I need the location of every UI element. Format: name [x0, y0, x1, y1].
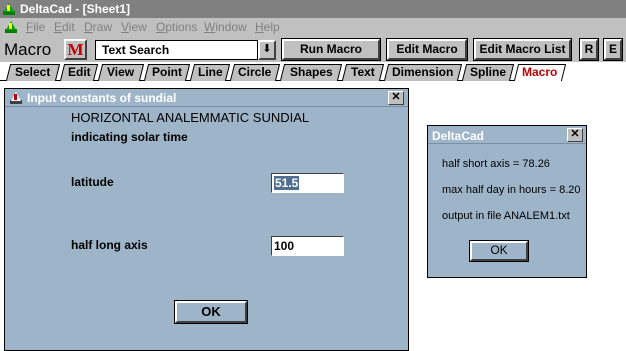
- e-button[interactable]: E: [603, 38, 623, 61]
- tab-line[interactable]: Line: [189, 64, 231, 81]
- app-title: DeltaCad - [Sheet1]: [20, 2, 131, 16]
- sundial-input-dialog: Input constants of sundial ✕ HORIZONTAL …: [4, 88, 409, 351]
- deltacad-app-icon[interactable]: [2, 2, 16, 16]
- r-button[interactable]: R: [579, 38, 599, 61]
- half-long-axis-label: half long axis: [71, 238, 148, 252]
- message-title-bar: DeltaCad ✕: [428, 126, 586, 144]
- tab-select[interactable]: Select: [5, 64, 61, 81]
- macro-toolbar: Macro M Text Search ⬇ Run Macro Edit Mac…: [0, 36, 626, 62]
- latitude-input[interactable]: 51.5: [271, 173, 344, 193]
- message-line: max half day in hours = 8.20: [442, 184, 581, 196]
- message-line: output in file ANALEM1.txt: [442, 210, 570, 222]
- menu-help[interactable]: Help: [255, 20, 280, 34]
- dialog-title-bar: Input constants of sundial ✕: [5, 89, 408, 107]
- ok-button[interactable]: OK: [174, 300, 248, 324]
- edit-macro-button[interactable]: Edit Macro: [386, 38, 468, 61]
- tab-edit[interactable]: Edit: [59, 64, 99, 81]
- menu-window[interactable]: Window: [204, 20, 247, 34]
- close-icon[interactable]: ✕: [567, 128, 583, 142]
- tab-shapes[interactable]: Shapes: [279, 64, 343, 81]
- tab-macro[interactable]: Macro: [513, 64, 567, 81]
- menu-bar: File Edit Draw View Options Window Help: [0, 18, 626, 36]
- macro-label: Macro: [4, 40, 52, 59]
- dialog-subheading: indicating solar time: [71, 130, 188, 144]
- tab-text[interactable]: Text: [341, 64, 385, 81]
- tool-tabs: Select Edit View Point Line Circle Shape…: [0, 62, 626, 82]
- macro-m-button[interactable]: M: [64, 39, 87, 60]
- menu-view[interactable]: View: [121, 20, 147, 34]
- tab-point[interactable]: Point: [143, 64, 191, 81]
- menu-file[interactable]: File: [26, 20, 45, 34]
- tab-dimension[interactable]: Dimension: [383, 64, 463, 81]
- menu-draw[interactable]: Draw: [84, 20, 112, 34]
- dropdown-arrow-icon[interactable]: ⬇: [258, 40, 276, 60]
- edit-macro-list-button[interactable]: Edit Macro List: [473, 38, 572, 61]
- message-title: DeltaCad: [432, 129, 485, 143]
- half-long-axis-input[interactable]: 100: [271, 236, 344, 256]
- app-title-bar: DeltaCad - [Sheet1]: [0, 0, 626, 18]
- dialog-heading: HORIZONTAL ANALEMMATIC SUNDIAL: [71, 110, 310, 125]
- menu-options[interactable]: Options: [156, 20, 197, 34]
- deltacad-message-dialog: DeltaCad ✕ half short axis = 78.26 max h…: [427, 125, 587, 278]
- run-macro-button[interactable]: Run Macro: [281, 38, 381, 61]
- dialog-title: Input constants of sundial: [27, 91, 177, 105]
- tab-circle[interactable]: Circle: [229, 64, 281, 81]
- close-icon[interactable]: ✕: [388, 91, 404, 105]
- dialog-app-icon: [9, 91, 23, 105]
- message-line: half short axis = 78.26: [442, 158, 550, 170]
- tab-spline[interactable]: Spline: [461, 64, 515, 81]
- menu-edit[interactable]: Edit: [54, 20, 75, 34]
- ok-button[interactable]: OK: [469, 240, 529, 262]
- latitude-label: latitude: [71, 175, 114, 189]
- macro-select-input[interactable]: Text Search: [95, 40, 258, 60]
- tab-view[interactable]: View: [97, 64, 145, 81]
- document-icon[interactable]: [4, 20, 18, 34]
